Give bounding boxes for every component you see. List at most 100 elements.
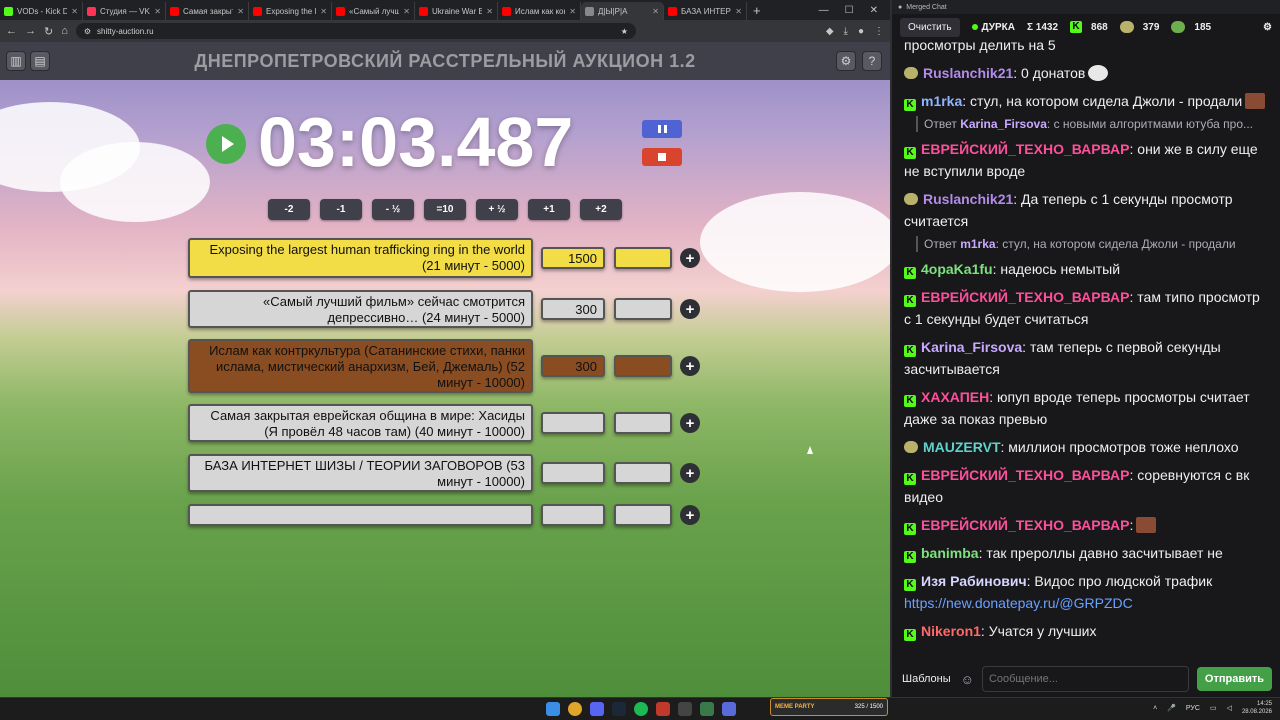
chat-nick[interactable]: ЕВРЕЙСКИЙ_ТЕХНО_ВАРВАР — [921, 289, 1130, 305]
browser-icon[interactable] — [722, 702, 736, 716]
profile-icon[interactable]: ● — [858, 26, 864, 37]
menu-icon[interactable]: ⋮ — [874, 26, 884, 37]
obs-icon[interactable] — [678, 702, 692, 716]
back-icon[interactable]: ← — [6, 25, 17, 37]
time-adjust-button[interactable]: -1 — [320, 199, 362, 220]
chat-nick[interactable]: banimba — [921, 545, 979, 561]
play-button[interactable] — [206, 124, 246, 164]
tab-close-icon[interactable]: ✕ — [237, 7, 244, 16]
emoji-icon[interactable]: ☺ — [961, 672, 974, 687]
network-icon[interactable]: ▭ — [1210, 704, 1217, 712]
tray-chevron-icon[interactable]: ˄ — [1153, 705, 1157, 712]
steam-icon[interactable] — [612, 702, 626, 716]
tab-close-icon[interactable]: ✕ — [403, 7, 410, 16]
chat-nick[interactable]: ЕВРЕЙСКИЙ_ТЕХНО_ВАРВАР — [921, 467, 1130, 483]
maximize-icon[interactable]: ☐ — [845, 5, 854, 16]
lot-add-amount-input[interactable] — [614, 355, 672, 377]
time-adjust-button[interactable]: +2 — [580, 199, 622, 220]
tab-close-icon[interactable]: ✕ — [652, 7, 659, 16]
chat-settings-icon[interactable]: ⚙ — [1263, 22, 1272, 33]
chat-nick[interactable]: Ruslanchik21 — [923, 191, 1013, 207]
chat-nick[interactable]: ЕВРЕЙСКИЙ_ТЕХНО_ВАРВАР — [921, 517, 1130, 533]
reload-icon[interactable]: ↻ — [44, 25, 53, 38]
chat-nick[interactable]: Nikeron1 — [921, 623, 981, 639]
chat-nick[interactable]: 4opaKa1fu — [921, 261, 993, 277]
lot-title[interactable]: «Самый лучший фильм» сейчас смотрится де… — [188, 290, 533, 328]
address-bar[interactable]: ⚙ shitty-auction.ru ★ — [75, 23, 636, 39]
pause-button[interactable] — [642, 120, 682, 138]
templates-button[interactable]: Шаблоны — [900, 669, 953, 689]
lot-amount[interactable]: 1500 — [541, 247, 605, 269]
chat-nick[interactable]: ХАХАПЕН — [921, 389, 989, 405]
sidebar-toggle-icon[interactable]: ▥ — [6, 51, 26, 71]
app-icon[interactable] — [700, 702, 714, 716]
browser-tab[interactable]: Студия — VK Вид ✕ — [83, 2, 166, 20]
settings-icon[interactable]: ⚙ — [836, 51, 856, 71]
chat-link[interactable]: https://new.donatepay.ru/@GRPZDC — [904, 595, 1133, 611]
browser-tab[interactable]: БАЗА ИНТЕРНЕТ ✕ — [664, 2, 747, 20]
chat-nick[interactable]: MAUZERVT — [923, 439, 1001, 455]
message-input[interactable] — [981, 666, 1189, 692]
home-icon[interactable]: ⌂ — [61, 25, 68, 37]
language-indicator[interactable]: РУС — [1186, 705, 1200, 712]
time-adjust-button[interactable]: + ½ — [476, 199, 518, 220]
time-adjust-button[interactable]: +1 — [528, 199, 570, 220]
send-button[interactable]: Отправить — [1196, 667, 1272, 691]
add-amount-button[interactable]: + — [680, 413, 700, 433]
add-amount-button[interactable]: + — [680, 356, 700, 376]
help-icon[interactable]: ? — [862, 51, 882, 71]
lot-amount[interactable] — [541, 462, 605, 484]
lot-amount[interactable]: 300 — [541, 298, 605, 320]
chat-nick[interactable]: Ruslanchik21 — [923, 65, 1013, 81]
browser-tab[interactable]: Самая закрытая ✕ — [166, 2, 249, 20]
new-tab-icon[interactable]: + — [747, 3, 767, 18]
download-icon[interactable]: ⤓ — [844, 26, 848, 37]
forward-icon[interactable]: → — [25, 25, 36, 37]
spotify-icon[interactable] — [634, 702, 648, 716]
add-amount-button[interactable]: + — [680, 248, 700, 268]
chat-nick[interactable]: Karina_Firsova — [921, 339, 1022, 355]
tab-close-icon[interactable]: ✕ — [569, 7, 576, 16]
chat-nick[interactable]: Изя Рабинович — [921, 573, 1027, 589]
lot-amount[interactable] — [541, 504, 605, 526]
chat-nick[interactable]: m1rka — [921, 93, 962, 109]
lot-add-amount-input[interactable] — [614, 298, 672, 320]
save-icon[interactable]: ▤ — [30, 51, 50, 71]
lot-title[interactable]: БАЗА ИНТЕРНЕТ ШИЗЫ / ТЕОРИИ ЗАГОВОРОВ (5… — [188, 454, 533, 492]
microphone-icon[interactable]: 🎤 — [1167, 704, 1176, 712]
time-adjust-button[interactable]: - ½ — [372, 199, 414, 220]
add-amount-button[interactable]: + — [680, 299, 700, 319]
browser-tab[interactable]: Д|Ы|Р|А ✕ — [581, 2, 664, 20]
minimize-icon[interactable]: — — [819, 5, 829, 16]
browser-tab[interactable]: «Самый лучший» ✕ — [332, 2, 415, 20]
clock[interactable]: 14:25 28.08.2026 — [1242, 700, 1272, 716]
volume-icon[interactable]: ◁ — [1227, 704, 1232, 712]
lot-add-amount-input[interactable] — [614, 412, 672, 434]
lot-add-amount-input[interactable] — [614, 504, 672, 526]
bookmark-star-icon[interactable]: ★ — [621, 27, 628, 36]
clear-button[interactable]: Очистить — [900, 17, 960, 37]
lot-add-amount-input[interactable] — [614, 247, 672, 269]
tab-close-icon[interactable]: ✕ — [320, 7, 327, 16]
extension-icon[interactable]: ◆ — [826, 26, 834, 37]
app-icon[interactable] — [656, 702, 670, 716]
browser-tab[interactable]: VODs - Kick Dashb ✕ — [0, 2, 83, 20]
browser-tab[interactable]: Ukraine War Expe ✕ — [415, 2, 498, 20]
chat-nick[interactable]: ЕВРЕЙСКИЙ_ТЕХНО_ВАРВАР — [921, 141, 1130, 157]
lot-amount[interactable] — [541, 412, 605, 434]
lot-amount[interactable]: 300 — [541, 355, 605, 377]
close-window-icon[interactable]: ✕ — [870, 5, 878, 16]
start-icon[interactable] — [546, 702, 560, 716]
lot-title[interactable] — [188, 504, 533, 526]
lot-title[interactable]: Exposing the largest human trafficking r… — [188, 238, 533, 278]
add-amount-button[interactable]: + — [680, 505, 700, 525]
time-adjust-button[interactable]: -2 — [268, 199, 310, 220]
lot-title[interactable]: Самая закрытая еврейская община в мире: … — [188, 404, 533, 442]
discord-icon[interactable] — [590, 702, 604, 716]
lot-add-amount-input[interactable] — [614, 462, 672, 484]
site-info-icon[interactable]: ⚙ — [84, 27, 91, 36]
tab-close-icon[interactable]: ✕ — [154, 7, 161, 16]
tab-close-icon[interactable]: ✕ — [486, 7, 493, 16]
tab-close-icon[interactable]: ✕ — [735, 7, 742, 16]
browser-tab[interactable]: Ислам как контр ✕ — [498, 2, 581, 20]
